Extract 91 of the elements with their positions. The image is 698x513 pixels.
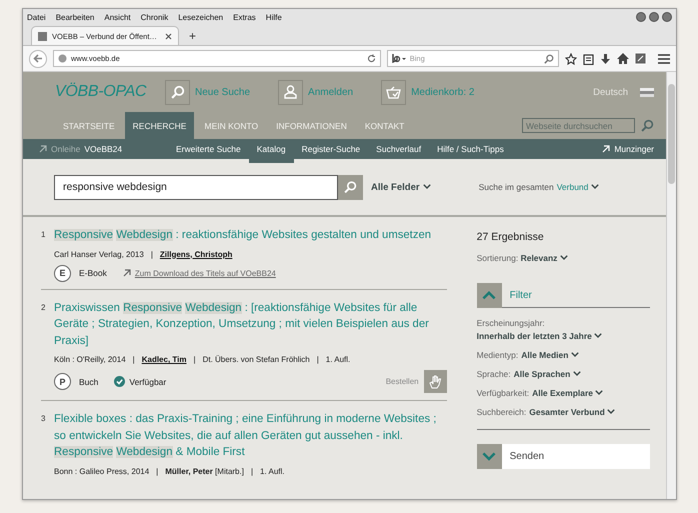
subnav-tab[interactable]: Suchverlauf xyxy=(368,139,430,159)
scrollbar[interactable] xyxy=(666,72,676,499)
publication-info: Bonn : Galileo Press, 2014 xyxy=(54,466,150,476)
result-title[interactable]: Flexible boxes : das Praxis-Training ; eine Einführung in moderne Websites ; so entwickeln Sie Websites, die auf allen Geräten gut aussehen - inkl. Responsive Webdesign & Mobile First xyxy=(54,411,447,460)
author-link[interactable]: Zillgens, Christoph xyxy=(160,250,232,258)
chevron-icon xyxy=(572,371,581,377)
chevron-icon xyxy=(595,390,604,396)
flag-icon xyxy=(640,88,654,96)
chevron-icon xyxy=(482,290,496,300)
filter-dropdown[interactable]: Verfügbarkeit: Alle Exemplare xyxy=(476,388,650,398)
close-icon[interactable] xyxy=(165,32,172,40)
new-tab-button[interactable]: + xyxy=(185,27,200,45)
result-number: 1 xyxy=(41,229,46,241)
filter-dropdown[interactable]: Erscheinungsjahr: Innerhalb der letzten 3 Jahre xyxy=(476,318,650,341)
filter-dropdown[interactable]: Sprache: Alle Sprachen xyxy=(476,369,650,379)
menu-item[interactable]: Lesezeichen xyxy=(178,12,224,22)
publication-info: 1. Aufl. xyxy=(260,466,284,476)
search-icon xyxy=(170,85,184,99)
menu-icon[interactable] xyxy=(658,54,670,64)
download-icon[interactable] xyxy=(600,52,611,64)
publication-info: Müller, Peter [Mitarb.] xyxy=(165,466,244,476)
publication-info: 1. Aufl. xyxy=(326,355,350,364)
filter-dropdown[interactable]: Suchbereich: Gesamter Verbund xyxy=(476,407,650,417)
publication-info: Köln : O'Reilly, 2014 xyxy=(54,355,126,364)
nav-tab[interactable]: RECHERCHE xyxy=(124,112,194,139)
arrow-icon xyxy=(39,145,47,153)
chevron-icon xyxy=(594,333,602,339)
search-icon xyxy=(544,54,554,64)
result-number: 2 xyxy=(41,302,46,314)
subnav-tab[interactable]: Register-Suche xyxy=(294,139,368,159)
separator: | xyxy=(132,355,135,364)
sort-dropdown[interactable]: Sortierung: Relevanz xyxy=(476,253,652,263)
menu-item[interactable]: Datei xyxy=(27,12,46,22)
section-toggle[interactable]: Filter xyxy=(476,283,650,308)
clipboard-icon[interactable] xyxy=(583,52,594,64)
separator: | xyxy=(316,355,319,364)
scrollbar-thumb[interactable] xyxy=(668,84,675,184)
scope-dropdown[interactable]: Suche im gesamten Verbund xyxy=(478,182,600,192)
filter-dropdown[interactable]: Medientyp: Alle Medien xyxy=(476,350,650,360)
field-dropdown[interactable]: Alle Felder xyxy=(371,182,431,192)
separator: | xyxy=(193,355,196,364)
hand-icon xyxy=(428,374,442,388)
publication-info: Carl Hanser Verlag, 2013 xyxy=(54,250,144,258)
download-link[interactable]: Zum Download des Titels auf VOeBB24 xyxy=(122,268,276,278)
subnav-tab[interactable]: Erweiterte Suche xyxy=(168,139,249,159)
chevron-icon xyxy=(591,184,600,190)
result-title[interactable]: Praxiswissen Responsive Webdesign : [reaktionsfähige Websites für alle Geräte ; Strategien, Konzeption, Umsetzung ; mit vielen Beispielen aus der Praxis] xyxy=(54,300,447,349)
chevron-icon xyxy=(482,452,496,462)
home-icon[interactable] xyxy=(617,53,629,64)
publication-info: Dt. Übers. von Stefan Fröhlich xyxy=(202,355,310,364)
favicon-icon xyxy=(38,32,47,40)
result-number: 3 xyxy=(41,413,46,425)
reload-icon[interactable] xyxy=(366,54,376,63)
chevron-icon xyxy=(607,409,616,415)
menu-item[interactable]: Chronik xyxy=(140,12,168,22)
search-icon xyxy=(641,119,654,132)
site-search-field[interactable]: Webseite durchsuchen xyxy=(522,118,635,133)
onleihe-link[interactable]: Onleihe VOeBB24 xyxy=(23,139,168,159)
search-button[interactable] xyxy=(338,174,363,200)
bing-icon xyxy=(392,54,406,63)
back-button[interactable] xyxy=(29,50,47,68)
back-arrow-icon xyxy=(33,54,43,63)
menu-item[interactable]: Ansicht xyxy=(104,12,131,22)
menu-item[interactable]: Bearbeiten xyxy=(56,12,94,22)
availability-status: Verfügbar xyxy=(114,376,166,387)
section-toggle[interactable]: Senden xyxy=(476,444,650,469)
subnav-tab[interactable]: Hilfe / Such-Tipps xyxy=(429,139,512,159)
basket-icon xyxy=(386,86,402,98)
user-icon xyxy=(284,85,298,99)
separator: | xyxy=(250,466,254,476)
menu-item[interactable]: Extras xyxy=(233,12,256,22)
chevron-icon xyxy=(570,352,579,358)
chevron-icon xyxy=(560,255,568,261)
result-count: 27 Ergebnisse xyxy=(476,231,545,243)
format-label: E-Book xyxy=(79,268,107,278)
format-icon: E xyxy=(54,264,71,282)
check-icon xyxy=(114,376,126,387)
munzinger-link[interactable]: Munzinger xyxy=(602,139,654,159)
search-icon xyxy=(344,180,357,194)
star-icon[interactable] xyxy=(565,52,577,64)
result-title[interactable]: Responsive Webdesign : reaktionsfähige Websites gestalten und umsetzen xyxy=(54,227,447,244)
format-label: Buch xyxy=(79,376,98,386)
chevron-icon xyxy=(422,184,431,190)
format-icon: P xyxy=(54,373,71,390)
separator: | xyxy=(156,466,158,476)
arrow-icon xyxy=(602,145,610,153)
menu-item[interactable]: Hilfe xyxy=(266,12,282,22)
author-link[interactable]: Kadlec, Tim xyxy=(142,355,186,364)
arrow-icon xyxy=(122,269,131,277)
separator: | xyxy=(150,250,153,258)
search-field[interactable]: responsive webdesign xyxy=(54,174,338,200)
